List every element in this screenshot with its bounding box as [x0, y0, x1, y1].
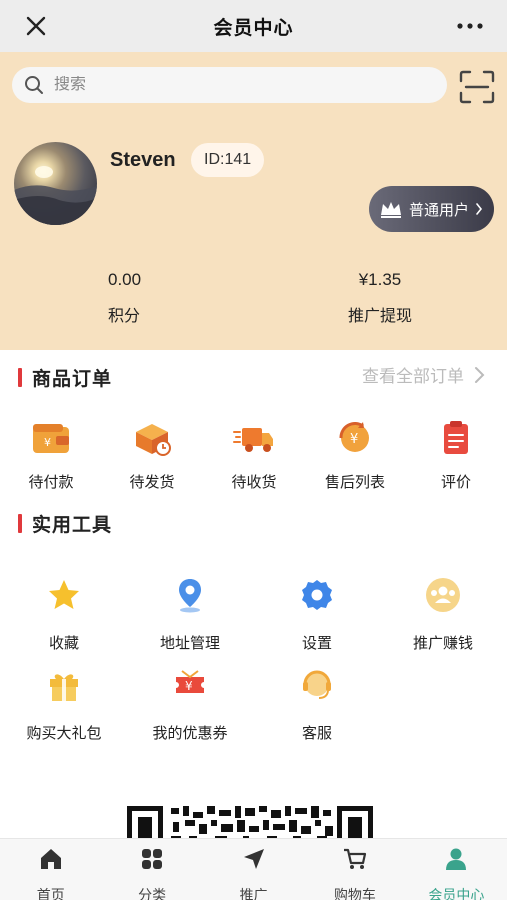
view-all-orders-label: 查看全部订单	[362, 367, 464, 386]
view-all-orders-link[interactable]: 查看全部订单	[362, 362, 485, 387]
truck-icon	[233, 428, 273, 452]
withdraw-label: 推广提现	[347, 308, 412, 325]
tool-address-label: 地址管理	[159, 635, 220, 652]
clipboard-icon	[444, 421, 468, 454]
qr-code-image	[127, 806, 373, 842]
order-pending-receipt-label: 待收货	[231, 474, 277, 491]
send-icon	[243, 849, 264, 869]
home-icon	[40, 849, 61, 869]
search-input[interactable]	[54, 76, 414, 94]
svg-text:¥: ¥	[185, 679, 193, 693]
tab-category-label: 分类	[138, 887, 167, 900]
points-value: 0.00	[108, 270, 142, 289]
close-icon[interactable]	[22, 12, 50, 40]
promotion-withdraw-stat[interactable]: ¥1.35 推广提现	[340, 270, 420, 326]
tool-settings[interactable]: 设置	[257, 575, 377, 653]
chevron-right-icon	[476, 203, 483, 215]
tools-section-title: 实用工具	[18, 510, 112, 537]
tool-customer-service-label: 客服	[301, 725, 332, 742]
order-pending-shipment[interactable]: 待发货	[112, 418, 192, 492]
tool-promote-earn[interactable]: 推广赚钱	[383, 575, 503, 653]
star-icon	[49, 580, 79, 609]
order-review-label: 评价	[440, 474, 471, 491]
tool-customer-service[interactable]: 客服	[257, 665, 377, 743]
order-pending-shipment-label: 待发货	[129, 474, 175, 491]
location-icon	[179, 579, 201, 613]
crown-icon	[381, 202, 401, 218]
member-header: Steven ID:141 普通用户 0.00 积分 ¥1.35 推广提现	[0, 52, 507, 350]
section-accent-bar	[18, 368, 22, 387]
tool-favorites-label: 收藏	[48, 635, 79, 652]
points-stat[interactable]: 0.00 积分	[108, 270, 148, 326]
category-icon	[142, 849, 163, 869]
more-icon[interactable]	[455, 14, 485, 38]
tool-coupons[interactable]: ¥ 我的优惠券	[130, 665, 250, 743]
tab-member-center[interactable]: 会员中心	[406, 839, 507, 900]
wallet-icon: ¥	[33, 424, 69, 453]
section-accent-bar	[18, 514, 22, 533]
tab-category[interactable]: 分类	[101, 839, 202, 900]
tab-home-label: 首页	[36, 887, 65, 900]
bottom-tab-bar: 首页 分类 推广 购物车 会员中心	[0, 838, 507, 900]
top-navigation-bar: 会员中心	[0, 0, 507, 52]
order-pending-payment[interactable]: ¥ 待付款	[11, 418, 91, 492]
tab-member-center-label: 会员中心	[428, 887, 485, 900]
group-icon	[426, 578, 460, 612]
page-title: 会员中心	[213, 17, 294, 39]
member-level-button[interactable]: 普通用户	[369, 186, 494, 232]
headset-icon	[303, 670, 331, 699]
gift-icon	[50, 674, 78, 701]
gear-icon	[302, 580, 332, 610]
tool-gift-pack-label: 购买大礼包	[26, 725, 102, 742]
avatar[interactable]	[14, 142, 97, 225]
tools-title: 实用工具	[32, 515, 113, 536]
order-after-sales[interactable]: ¥ 售后列表	[315, 418, 395, 492]
order-pending-receipt[interactable]: 待收货	[214, 418, 294, 492]
search-bar[interactable]	[12, 67, 447, 103]
orders-section-title: 商品订单	[18, 364, 112, 391]
member-icon	[446, 848, 467, 870]
withdraw-value: ¥1.35	[358, 270, 402, 289]
tab-cart-label: 购物车	[333, 887, 376, 900]
order-review[interactable]: 评价	[416, 418, 496, 492]
coupon-icon: ¥	[176, 670, 204, 693]
tool-coupons-label: 我的优惠券	[152, 725, 228, 742]
tool-gift-pack[interactable]: 购买大礼包	[4, 665, 124, 743]
svg-text:¥: ¥	[350, 432, 358, 447]
tab-home[interactable]: 首页	[0, 839, 101, 900]
orders-title: 商品订单	[32, 369, 113, 390]
refund-icon: ¥	[339, 422, 369, 452]
member-level-label: 普通用户	[409, 201, 470, 219]
search-icon	[25, 76, 43, 94]
user-id-badge: ID:141	[191, 143, 265, 177]
order-pending-payment-label: 待付款	[28, 474, 74, 491]
username: Steven	[110, 149, 176, 171]
tool-address[interactable]: 地址管理	[130, 575, 250, 653]
package-icon	[136, 424, 171, 456]
tool-settings-label: 设置	[301, 635, 332, 652]
svg-text:¥: ¥	[44, 436, 51, 449]
chevron-right-icon	[475, 366, 485, 383]
points-label: 积分	[108, 308, 141, 325]
tool-promote-earn-label: 推广赚钱	[412, 635, 473, 652]
scan-icon[interactable]	[459, 70, 495, 104]
tab-promotion[interactable]: 推广	[203, 839, 304, 900]
tool-favorites[interactable]: 收藏	[4, 575, 124, 653]
order-after-sales-label: 售后列表	[324, 474, 385, 491]
avatar-image	[14, 166, 97, 225]
tab-cart[interactable]: 购物车	[304, 839, 405, 900]
cart-icon	[343, 848, 367, 869]
tab-promotion-label: 推广	[239, 887, 268, 900]
